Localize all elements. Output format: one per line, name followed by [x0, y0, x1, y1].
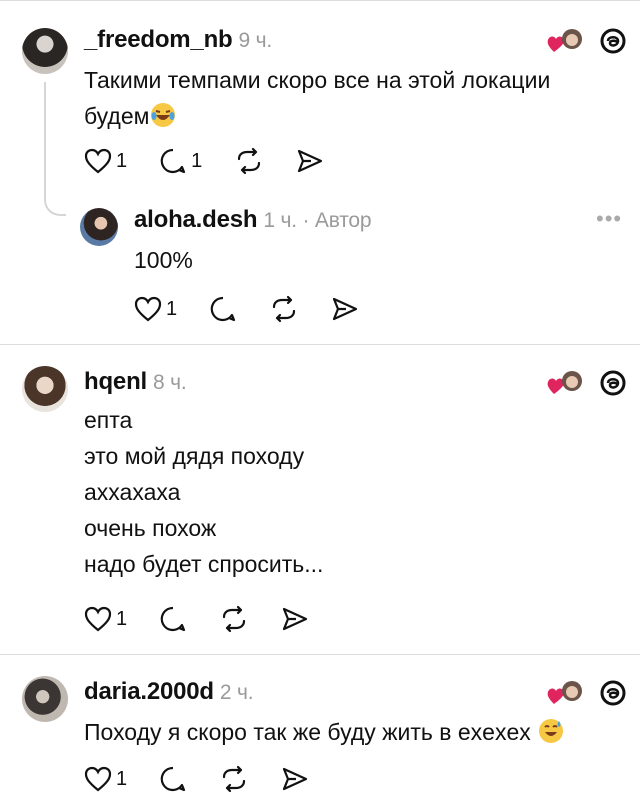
- comment-actions: 1: [134, 294, 391, 324]
- liked-by-author-icon: [546, 678, 584, 708]
- timestamp: 8 ч.: [153, 371, 187, 394]
- like-button[interactable]: 1: [84, 604, 127, 634]
- avatar[interactable]: [22, 676, 68, 722]
- comment-icon: [160, 606, 186, 632]
- username[interactable]: _freedom_nb 9 ч.: [84, 26, 272, 54]
- heart-icon: [84, 148, 112, 174]
- share-icon: [298, 149, 323, 173]
- comment-divider: [0, 344, 640, 345]
- repost-button[interactable]: [234, 146, 264, 176]
- repost-button[interactable]: [269, 294, 299, 324]
- threads-logo-icon: [598, 368, 628, 398]
- repost-icon: [223, 605, 246, 633]
- share-button[interactable]: [296, 146, 324, 176]
- comment-line: 100%: [134, 247, 193, 273]
- reply-count: 1: [191, 149, 203, 172]
- share-button[interactable]: [281, 604, 309, 634]
- comment-line: Такими темпами скоро все на этой локации: [84, 67, 551, 93]
- reply-button[interactable]: [159, 764, 187, 794]
- repost-icon: [238, 147, 261, 175]
- like-button[interactable]: 1: [84, 146, 127, 176]
- repost-icon: [273, 295, 296, 323]
- reply-button[interactable]: 1: [159, 146, 202, 176]
- heart-icon: [134, 296, 162, 322]
- timestamp: 2 ч.: [219, 681, 254, 704]
- heart-icon: [84, 606, 112, 632]
- comment-actions: 1 1: [84, 146, 356, 176]
- comment-line: очень похож: [84, 515, 217, 541]
- share-button[interactable]: [331, 294, 359, 324]
- comment-text: 100%: [134, 242, 193, 278]
- reply-button[interactable]: [159, 604, 187, 634]
- like-count: 1: [116, 607, 128, 630]
- like-count: 1: [166, 297, 178, 320]
- comment-text: епта это мой дядя походу аххахаха очень …: [84, 402, 323, 582]
- share-icon: [283, 607, 308, 631]
- comment-line: это мой дядя походу: [84, 443, 305, 469]
- share-icon: [283, 767, 308, 791]
- username[interactable]: daria.2000d 2 ч.: [84, 678, 254, 706]
- avatar[interactable]: [22, 366, 68, 412]
- timestamp: 1 ч. · Автор: [263, 209, 372, 232]
- avatar[interactable]: [22, 28, 68, 74]
- comment-icon: [210, 296, 236, 322]
- comment-text: Походу я скоро так же буду жить в exexex: [84, 714, 565, 750]
- comment-line: надо будет спросить...: [84, 551, 324, 577]
- threads-logo-icon: [598, 26, 628, 56]
- comment-icon: [160, 148, 186, 174]
- like-count: 1: [116, 149, 128, 172]
- comment-text: Такими темпами скоро все на этой локации…: [84, 62, 550, 134]
- threads-logo-icon: [598, 678, 628, 708]
- username[interactable]: aloha.desh 1 ч. · Автор: [134, 206, 372, 234]
- laughing-emoji-icon: [151, 103, 176, 127]
- comment-line: Походу я скоро так же буду жить в exexex: [84, 719, 531, 745]
- repost-icon: [223, 765, 246, 793]
- avatar[interactable]: [80, 208, 118, 246]
- liked-by-author-icon: [546, 26, 584, 56]
- share-icon: [333, 297, 358, 321]
- comment-line: епта: [84, 407, 133, 433]
- like-button[interactable]: 1: [134, 294, 177, 324]
- username[interactable]: hqenl 8 ч.: [84, 368, 187, 396]
- comment-divider: [0, 654, 640, 655]
- repost-button[interactable]: [219, 604, 249, 634]
- timestamp: 9 ч.: [238, 29, 273, 52]
- like-button[interactable]: 1: [84, 764, 127, 794]
- heart-icon: [84, 766, 112, 792]
- reply-button[interactable]: [209, 294, 237, 324]
- thread-curve: [44, 194, 66, 216]
- top-divider: [0, 0, 640, 1]
- thread-line: [44, 82, 46, 200]
- comment-line: будем: [84, 103, 150, 129]
- comment-icon: [160, 766, 186, 792]
- repost-button[interactable]: [219, 764, 249, 794]
- comment-actions: 1: [84, 764, 341, 794]
- comment-line: аххахаха: [84, 479, 181, 505]
- liked-by-author-icon: [546, 368, 584, 398]
- share-button[interactable]: [281, 764, 309, 794]
- comment-actions: 1: [84, 604, 341, 634]
- more-options-icon[interactable]: •••: [596, 206, 622, 232]
- like-count: 1: [116, 767, 128, 790]
- sweat-smile-emoji-icon: [539, 719, 564, 743]
